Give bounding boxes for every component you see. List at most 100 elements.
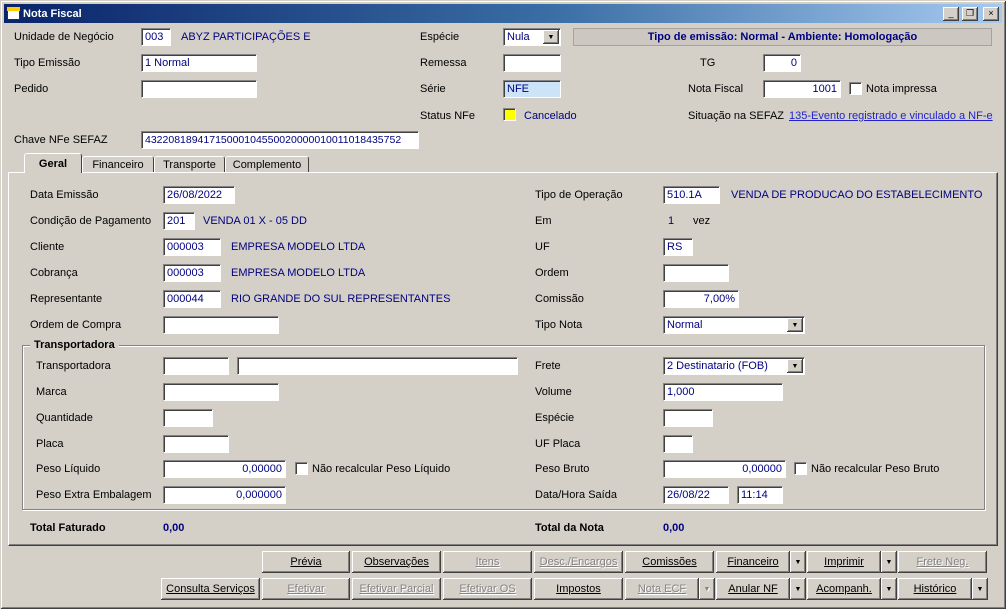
- total-faturado-label: Total Faturado: [30, 522, 106, 534]
- nota-impressa-label: Nota impressa: [866, 83, 937, 95]
- especie-transp-label: Espécie: [535, 412, 575, 424]
- quantidade-field[interactable]: [163, 409, 213, 427]
- especie-label: Espécie: [420, 31, 460, 43]
- remessa-field[interactable]: [503, 54, 561, 72]
- transportadora-desc-field[interactable]: [237, 357, 518, 375]
- tipo-emissao-field[interactable]: 1 Normal: [141, 54, 257, 72]
- tipo-nota-select[interactable]: Normal ▼: [663, 316, 805, 334]
- chevron-down-icon[interactable]: ▼: [543, 30, 559, 44]
- marca-label: Marca: [36, 386, 67, 398]
- comissoes-button[interactable]: Comissões: [625, 551, 714, 573]
- representante-field[interactable]: 000044: [163, 290, 221, 308]
- chevron-down-icon[interactable]: ▼: [787, 359, 803, 373]
- efetivar-os-button: Efetivar OS: [443, 578, 532, 600]
- status-nfe-value: Cancelado: [524, 110, 577, 122]
- cliente-field[interactable]: 000003: [163, 238, 221, 256]
- nota-fiscal-field[interactable]: 1001: [763, 80, 841, 98]
- chave-nfe-label: Chave NFe SEFAZ: [14, 134, 108, 146]
- imprimir-button[interactable]: Imprimir: [807, 551, 881, 573]
- data-hora-saida-label: Data/Hora Saída: [535, 489, 617, 501]
- nao-recalcular-peso-bruto-checkbox[interactable]: [794, 462, 807, 475]
- historico-button[interactable]: Histórico: [898, 578, 972, 600]
- tab-complemento[interactable]: Complemento: [225, 156, 309, 172]
- previa-button[interactable]: Prévia: [262, 551, 350, 573]
- observacoes-button[interactable]: Observações: [352, 551, 441, 573]
- financeiro-button[interactable]: Financeiro: [716, 551, 790, 573]
- peso-extra-label: Peso Extra Embalagem: [36, 489, 152, 501]
- em-suffix-label: vez: [693, 215, 711, 227]
- remessa-label: Remessa: [420, 57, 467, 69]
- data-emissao-field[interactable]: 26/08/2022: [163, 186, 235, 204]
- ordem-label: Ordem: [535, 267, 569, 279]
- tab-transporte[interactable]: Transporte: [154, 156, 225, 172]
- comissao-label: Comissão: [535, 293, 584, 305]
- ordem-field[interactable]: [663, 264, 729, 282]
- uf-field[interactable]: RS: [663, 238, 693, 256]
- anular-nf-dropdown-chevron-down-icon[interactable]: ▼: [790, 578, 806, 600]
- frete-neg-button: Frete Neg.: [898, 551, 987, 573]
- title-bar[interactable]: Nota Fiscal _ ❐ ×: [4, 4, 1002, 23]
- nao-recalcular-peso-liquido-checkbox[interactable]: [295, 462, 308, 475]
- anular-nf-button[interactable]: Anular NF: [716, 578, 790, 600]
- peso-bruto-field[interactable]: 0,00000: [663, 460, 786, 478]
- hora-saida-field[interactable]: 11:14: [737, 486, 783, 504]
- tab-geral[interactable]: Geral: [24, 153, 82, 173]
- especie-transp-field[interactable]: [663, 409, 713, 427]
- placa-field[interactable]: [163, 435, 229, 453]
- acompanh-dropdown-chevron-down-icon[interactable]: ▼: [881, 578, 897, 600]
- minimize-icon[interactable]: _: [943, 6, 959, 21]
- placa-label: Placa: [36, 438, 64, 450]
- maximize-icon[interactable]: ❐: [962, 6, 978, 21]
- tg-field[interactable]: 0: [763, 54, 801, 72]
- comissao-field[interactable]: 7,00%: [663, 290, 739, 308]
- nao-recalcular-peso-liquido-label: Não recalcular Peso Líquido: [312, 463, 451, 475]
- efetivar-button: Efetivar: [262, 578, 350, 600]
- data-saida-field[interactable]: 26/08/22: [663, 486, 729, 504]
- tab-financeiro[interactable]: Financeiro: [82, 156, 154, 172]
- nao-recalcular-peso-bruto-label: Não recalcular Peso Bruto: [811, 463, 940, 475]
- cliente-label: Cliente: [30, 241, 65, 253]
- unidade-negocio-field[interactable]: 003: [141, 28, 171, 46]
- financeiro-dropdown-chevron-down-icon[interactable]: ▼: [790, 551, 806, 573]
- condicao-pagamento-field[interactable]: 201: [163, 212, 195, 230]
- historico-dropdown-chevron-down-icon[interactable]: ▼: [972, 578, 988, 600]
- uf-placa-field[interactable]: [663, 435, 693, 453]
- em-value: 1: [668, 215, 675, 227]
- nota-impressa-checkbox[interactable]: [849, 82, 862, 95]
- close-icon[interactable]: ×: [983, 6, 999, 21]
- situacao-sefaz-link[interactable]: 135-Evento registrado e vinculado a NF-e: [789, 110, 993, 123]
- ordem-compra-label: Ordem de Compra: [30, 319, 122, 331]
- imprimir-dropdown-chevron-down-icon[interactable]: ▼: [881, 551, 897, 573]
- unidade-negocio-desc: ABYZ PARTICIPAÇÕES E: [181, 31, 311, 43]
- peso-liquido-field[interactable]: 0,00000: [163, 460, 286, 478]
- consulta-servicos-button[interactable]: Consulta Serviços: [161, 578, 260, 600]
- total-da-nota-label: Total da Nota: [535, 522, 604, 534]
- volume-field[interactable]: 1,000: [663, 383, 783, 401]
- tipo-operacao-field[interactable]: 510.1A: [663, 186, 720, 204]
- uf-label: UF: [535, 241, 550, 253]
- frete-select[interactable]: 2 Destinatario (FOB) ▼: [663, 357, 805, 375]
- marca-field[interactable]: [163, 383, 279, 401]
- total-faturado-value: 0,00: [163, 522, 185, 534]
- peso-bruto-label: Peso Bruto: [535, 463, 590, 475]
- chevron-down-icon[interactable]: ▼: [787, 318, 803, 332]
- chave-nfe-field[interactable]: 4322081894171500010455002000001001101843…: [141, 131, 419, 149]
- especie-select[interactable]: Nula ▼: [503, 28, 561, 46]
- nota-fiscal-window: Nota Fiscal _ ❐ × Unidade de Negócio 003…: [0, 0, 1006, 609]
- serie-label: Série: [420, 83, 446, 95]
- serie-field[interactable]: NFE: [503, 80, 561, 98]
- ordem-compra-field[interactable]: [163, 316, 279, 334]
- impostos-button[interactable]: Impostos: [534, 578, 623, 600]
- representante-desc: RIO GRANDE DO SUL REPRESENTANTES: [231, 293, 451, 305]
- tipo-nota-label: Tipo Nota: [535, 319, 583, 331]
- itens-button: Itens: [443, 551, 532, 573]
- acompanh-button[interactable]: Acompanh.: [807, 578, 881, 600]
- em-label: Em: [535, 215, 552, 227]
- data-emissao-label: Data Emissão: [30, 189, 99, 201]
- status-nfe-label: Status NFe: [420, 110, 476, 122]
- transportadora-code-field[interactable]: [163, 357, 229, 375]
- peso-extra-field[interactable]: 0,000000: [163, 486, 286, 504]
- cobranca-field[interactable]: 000003: [163, 264, 221, 282]
- pedido-field[interactable]: [141, 80, 257, 98]
- pedido-label: Pedido: [14, 83, 49, 95]
